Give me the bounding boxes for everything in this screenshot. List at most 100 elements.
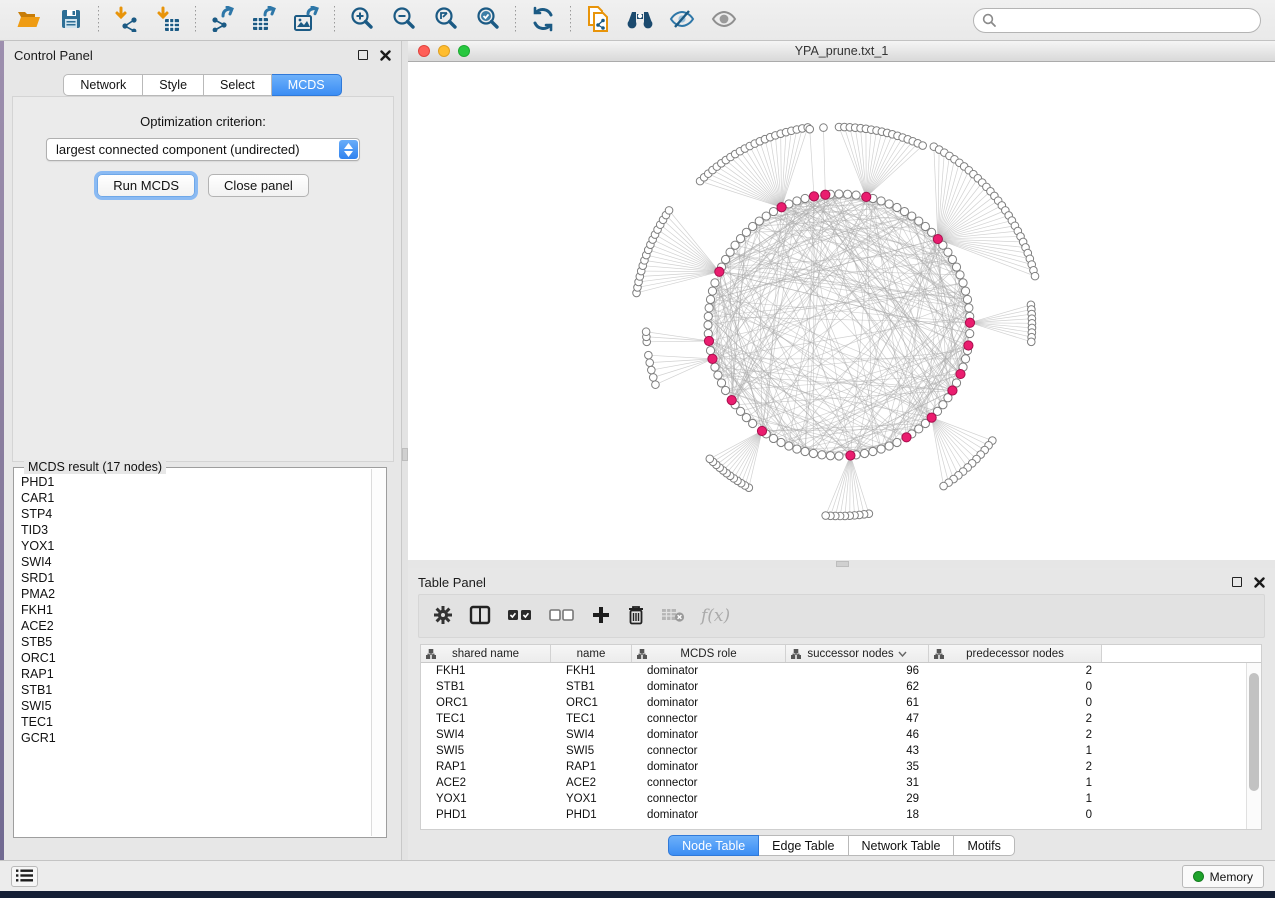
column-header-successor-nodes[interactable]: successor nodes bbox=[786, 645, 929, 662]
graph-node[interactable] bbox=[893, 438, 901, 446]
graph-mcds-node[interactable] bbox=[809, 192, 818, 201]
graph-node[interactable] bbox=[966, 329, 974, 337]
mcds-result-item[interactable]: SRD1 bbox=[21, 570, 369, 586]
graph-node[interactable] bbox=[785, 442, 793, 450]
graph-node[interactable] bbox=[708, 287, 716, 295]
task-history-button[interactable] bbox=[11, 866, 38, 887]
graph-node[interactable] bbox=[704, 312, 712, 320]
tab-edge-table[interactable]: Edge Table bbox=[759, 835, 848, 856]
add-column-button[interactable] bbox=[591, 605, 611, 628]
close-panel-button[interactable]: Close panel bbox=[208, 174, 309, 197]
mcds-result-item[interactable]: PHD1 bbox=[21, 474, 369, 490]
criterion-dropdown[interactable]: largest connected component (undirected) bbox=[46, 138, 360, 161]
graph-mcds-node[interactable] bbox=[964, 341, 973, 350]
graph-leaf-node[interactable] bbox=[706, 455, 714, 463]
graph-node[interactable] bbox=[711, 363, 719, 371]
graph-node[interactable] bbox=[777, 438, 785, 446]
graph-leaf-node[interactable] bbox=[1027, 338, 1035, 346]
graph-mcds-node[interactable] bbox=[821, 190, 830, 199]
horizontal-splitter[interactable] bbox=[408, 560, 1275, 568]
graph-mcds-node[interactable] bbox=[708, 354, 717, 363]
column-header-predecessor-nodes[interactable]: predecessor nodes bbox=[929, 645, 1102, 662]
graph-node[interactable] bbox=[908, 212, 916, 220]
result-list-scrollbar[interactable] bbox=[371, 469, 386, 836]
network-graph[interactable] bbox=[408, 62, 1275, 560]
graph-node[interactable] bbox=[956, 271, 964, 279]
graph-node[interactable] bbox=[900, 207, 908, 215]
mcds-result-item[interactable]: TID3 bbox=[21, 522, 369, 538]
graph-mcds-node[interactable] bbox=[902, 433, 911, 442]
graph-leaf-node[interactable] bbox=[940, 482, 948, 490]
graph-node[interactable] bbox=[835, 452, 843, 460]
graph-node[interactable] bbox=[959, 279, 967, 287]
mcds-result-item[interactable]: FKH1 bbox=[21, 602, 369, 618]
horizontal-splitter-handle[interactable] bbox=[836, 561, 849, 567]
show-columns-button[interactable] bbox=[469, 605, 491, 628]
delete-column-button[interactable] bbox=[627, 605, 645, 628]
graph-node[interactable] bbox=[885, 442, 893, 450]
table-row[interactable]: FKH1FKH1dominator962 bbox=[421, 663, 1246, 679]
graph-node[interactable] bbox=[818, 451, 826, 459]
table-row[interactable]: SWI5SWI5connector431 bbox=[421, 743, 1246, 759]
graph-leaf-node[interactable] bbox=[642, 328, 650, 336]
delete-table-button[interactable] bbox=[661, 607, 685, 626]
graph-leaf-node[interactable] bbox=[820, 124, 828, 132]
deselect-all-button[interactable] bbox=[549, 608, 575, 625]
table-row[interactable]: RAP1RAP1dominator352 bbox=[421, 759, 1246, 775]
table-row[interactable]: ORC1ORC1dominator610 bbox=[421, 695, 1246, 711]
graph-leaf-node[interactable] bbox=[919, 142, 927, 150]
open-button[interactable] bbox=[8, 3, 50, 37]
graph-mcds-node[interactable] bbox=[757, 426, 766, 435]
graph-leaf-node[interactable] bbox=[806, 125, 814, 133]
tab-node-table[interactable]: Node Table bbox=[668, 835, 759, 856]
graph-leaf-node[interactable] bbox=[822, 512, 830, 520]
table-row[interactable]: PHD1PHD1dominator180 bbox=[421, 807, 1246, 823]
tab-style[interactable]: Style bbox=[143, 74, 204, 96]
mcds-result-item[interactable]: RAP1 bbox=[21, 666, 369, 682]
tab-mcds[interactable]: MCDS bbox=[272, 74, 342, 96]
graph-mcds-node[interactable] bbox=[933, 234, 942, 243]
export-table-button[interactable] bbox=[244, 3, 286, 37]
graph-node[interactable] bbox=[877, 445, 885, 453]
mcds-result-item[interactable]: ORC1 bbox=[21, 650, 369, 666]
refresh-button[interactable] bbox=[522, 3, 564, 37]
mcds-result-item[interactable]: SWI4 bbox=[21, 554, 369, 570]
table-row[interactable]: TEC1TEC1connector472 bbox=[421, 711, 1246, 727]
graph-node[interactable] bbox=[726, 248, 734, 256]
zoom-in-button[interactable] bbox=[341, 3, 383, 37]
memory-button[interactable]: Memory bbox=[1182, 865, 1264, 888]
clone-network-button[interactable] bbox=[577, 3, 619, 37]
show-all-button[interactable] bbox=[703, 3, 745, 37]
mcds-result-item[interactable]: TEC1 bbox=[21, 714, 369, 730]
import-table-button[interactable] bbox=[147, 3, 189, 37]
zoom-out-button[interactable] bbox=[383, 3, 425, 37]
tab-network-table[interactable]: Network Table bbox=[849, 835, 955, 856]
mcds-result-item[interactable]: CAR1 bbox=[21, 490, 369, 506]
graph-mcds-node[interactable] bbox=[704, 336, 713, 345]
graph-leaf-node[interactable] bbox=[645, 351, 653, 359]
graph-mcds-node[interactable] bbox=[965, 318, 974, 327]
graph-node[interactable] bbox=[885, 200, 893, 208]
graph-node[interactable] bbox=[877, 197, 885, 205]
binoculars-button[interactable] bbox=[619, 3, 661, 37]
column-header-shared-name[interactable]: shared name bbox=[421, 645, 551, 662]
mcds-result-item[interactable]: STB1 bbox=[21, 682, 369, 698]
graph-node[interactable] bbox=[711, 279, 719, 287]
graph-node[interactable] bbox=[717, 379, 725, 387]
graph-node[interactable] bbox=[961, 355, 969, 363]
graph-node[interactable] bbox=[706, 295, 714, 303]
graph-leaf-node[interactable] bbox=[652, 381, 660, 389]
graph-node[interactable] bbox=[893, 203, 901, 211]
hide-selected-button[interactable] bbox=[661, 3, 703, 37]
graph-node[interactable] bbox=[963, 295, 971, 303]
graph-leaf-node[interactable] bbox=[649, 374, 657, 382]
graph-node[interactable] bbox=[721, 386, 729, 394]
table-scrollbar[interactable] bbox=[1246, 663, 1261, 829]
export-image-button[interactable] bbox=[286, 3, 328, 37]
graph-node[interactable] bbox=[915, 425, 923, 433]
graph-node[interactable] bbox=[843, 190, 851, 198]
float-table-panel-icon[interactable] bbox=[1232, 577, 1242, 587]
mcds-result-item[interactable]: STP4 bbox=[21, 506, 369, 522]
graph-node[interactable] bbox=[714, 371, 722, 379]
graph-node[interactable] bbox=[769, 207, 777, 215]
